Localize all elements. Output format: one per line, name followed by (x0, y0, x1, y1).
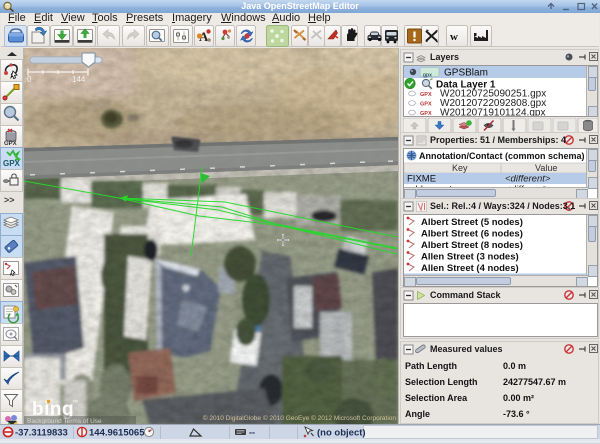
svg-text:Value: Value (535, 163, 557, 173)
svg-text:<different>: <different> (505, 174, 551, 185)
svg-text:>>: >> (4, 195, 15, 205)
svg-text:Albert Street (6 nodes): Albert Street (6 nodes) (421, 229, 523, 240)
svg-text:-37.3119833: -37.3119833 (15, 428, 68, 439)
svg-text:Allen Street (4 nodes): Allen Street (4 nodes) (421, 263, 519, 274)
svg-text:Key: Key (452, 163, 468, 173)
svg-text:Allen Street (3 nodes): Allen Street (3 nodes) (421, 252, 519, 263)
svg-text:GPX: GPX (420, 92, 432, 98)
svg-text:Albert Street (5 nodes): Albert Street (5 nodes) (421, 217, 523, 228)
svg-text:(no object): (no object) (317, 428, 366, 439)
svg-text:Albert Street (8 nodes): Albert Street (8 nodes) (421, 240, 523, 251)
svg-text:--: -- (249, 428, 255, 438)
svg-text:GPX: GPX (420, 111, 432, 117)
svg-text:gpx: gpx (423, 73, 432, 79)
svg-text:™: ™ (72, 399, 78, 406)
svg-text:w: w (450, 31, 458, 43)
svg-text:Annotation/Contact (common sch: Annotation/Contact (common schema) ... (419, 151, 595, 161)
svg-text:FIXME: FIXME (407, 174, 436, 185)
svg-text:GPX: GPX (4, 141, 17, 147)
svg-text:GPX: GPX (420, 102, 432, 108)
svg-text:144: 144 (72, 75, 86, 84)
svg-text:GPSBlam: GPSBlam (444, 68, 488, 79)
svg-text:GPX: GPX (3, 159, 21, 168)
svg-text:144.9615065: 144.9615065 (89, 428, 145, 439)
svg-text:© 2010 DigitalGlobe © 2010 Geo: © 2010 DigitalGlobe © 2010 GeoEye © 2012… (203, 414, 397, 422)
svg-text:0: 0 (27, 75, 32, 84)
svg-text:W20120719101124.gpx: W20120719101124.gpx (440, 108, 545, 118)
